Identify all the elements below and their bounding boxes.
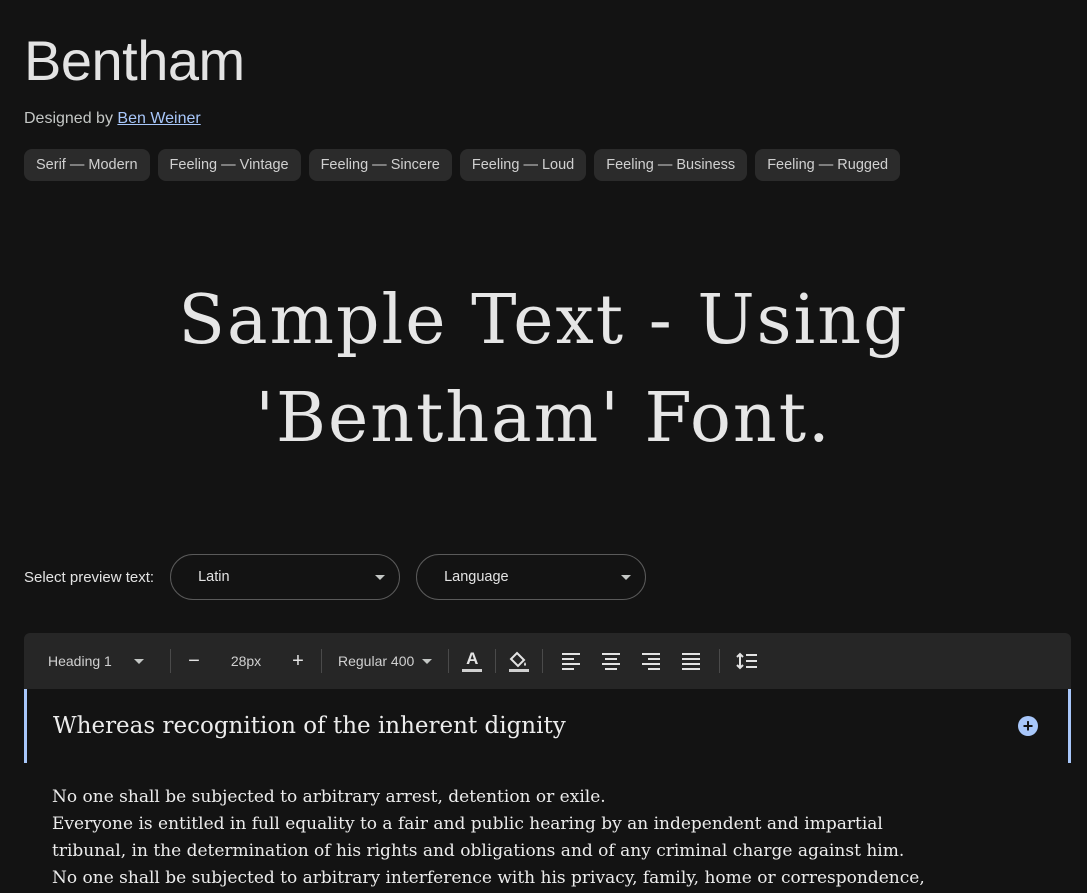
tag-sincere[interactable]: Feeling — Sincere: [308, 149, 452, 181]
editor-heading-block[interactable]: Whereas recognition of the inherent dign…: [24, 689, 1071, 763]
font-size-value[interactable]: 28px: [209, 653, 283, 669]
chevron-down-icon: [621, 574, 632, 580]
add-block-icon[interactable]: +: [1018, 716, 1038, 736]
preview-label: Select preview text:: [24, 568, 155, 586]
script-select-value: Latin: [198, 569, 230, 585]
toolbar-divider: [448, 649, 450, 673]
background-color-icon[interactable]: [504, 646, 534, 676]
toolbar-divider: [542, 649, 544, 673]
language-select-value: Language: [444, 569, 509, 585]
designer-line: Designed by Ben Weiner: [24, 110, 201, 128]
tag-serif-modern[interactable]: Serif — Modern: [24, 149, 150, 181]
sample-line-1: Sample Text - Using: [178, 281, 909, 360]
script-select[interactable]: Latin: [170, 554, 401, 600]
text-color-glyph: A: [466, 649, 479, 668]
editor-heading[interactable]: Whereas recognition of the inherent dign…: [53, 713, 566, 739]
language-select[interactable]: Language: [416, 554, 647, 600]
font-title: Bentham: [24, 29, 245, 92]
style-dropdown-value: Heading 1: [48, 653, 112, 669]
align-right-glyph: [642, 653, 661, 670]
tag-vintage[interactable]: Feeling — Vintage: [157, 149, 301, 181]
sample-text-preview[interactable]: Sample Text - Using 'Bentham' Font.: [0, 272, 1087, 468]
paint-bucket-glyph: [509, 651, 527, 667]
tag-loud[interactable]: Feeling — Loud: [459, 149, 587, 181]
style-dropdown[interactable]: Heading 1: [48, 653, 162, 669]
body-line: Everyone is entitled in full equality to…: [52, 814, 883, 834]
body-line: No one shall be subjected to arbitrary a…: [52, 787, 606, 807]
toolbar-divider: [719, 649, 721, 673]
preview-text-selector: Select preview text: Latin Language: [24, 553, 662, 601]
align-center-glyph: [602, 653, 621, 670]
sample-line-2: 'Bentham' Font.: [255, 379, 832, 458]
chevron-down-icon: [422, 658, 433, 664]
body-line: tribunal, in the determination of his ri…: [52, 841, 905, 861]
align-left-icon[interactable]: [556, 646, 586, 676]
align-center-icon[interactable]: [596, 646, 626, 676]
tag-business[interactable]: Feeling — Business: [594, 149, 748, 181]
chevron-down-icon: [134, 658, 144, 664]
body-line: No one shall be subjected to arbitrary i…: [52, 868, 925, 888]
background-color-bar: [509, 668, 530, 672]
weight-dropdown-value: Regular 400: [338, 653, 415, 669]
designed-by-label: Designed by: [24, 110, 113, 127]
align-justify-glyph: [682, 653, 701, 670]
decrease-size-button[interactable]: −: [179, 646, 209, 676]
align-left-glyph: [562, 653, 581, 670]
text-color-icon[interactable]: A: [457, 646, 487, 676]
line-height-glyph: [736, 652, 758, 670]
toolbar-divider: [321, 649, 322, 673]
text-color-bar: [462, 669, 483, 672]
tag-rugged[interactable]: Feeling — Rugged: [755, 149, 901, 181]
editor-toolbar: Heading 1 − 28px + Regular 400 A: [24, 633, 1071, 689]
toolbar-divider: [495, 649, 497, 673]
editor-body[interactable]: No one shall be subjected to arbitrary a…: [52, 784, 1052, 892]
line-height-icon[interactable]: [732, 646, 762, 676]
align-right-icon[interactable]: [636, 646, 666, 676]
tag-list: Serif — Modern Feeling — Vintage Feeling…: [24, 149, 901, 181]
weight-dropdown[interactable]: Regular 400: [330, 653, 440, 669]
align-justify-icon[interactable]: [676, 646, 706, 676]
toolbar-divider: [170, 649, 171, 673]
designer-link[interactable]: Ben Weiner: [117, 110, 200, 127]
chevron-down-icon: [375, 574, 386, 580]
increase-size-button[interactable]: +: [283, 646, 313, 676]
